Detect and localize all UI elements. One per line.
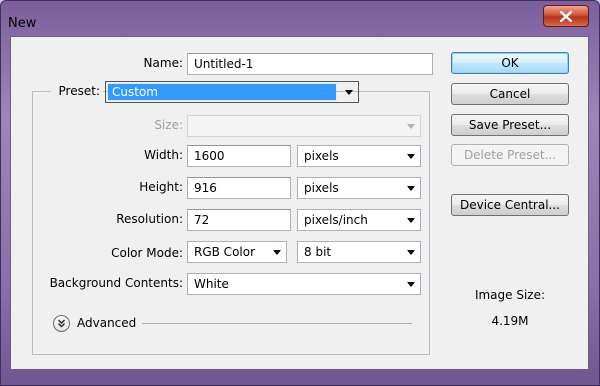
advanced-label: Advanced <box>77 316 137 330</box>
color-mode-dropdown[interactable]: RGB Color <box>187 241 287 263</box>
new-document-dialog: New Name: Untitled-1 Preset: Custom Size… <box>0 0 600 386</box>
name-label: Name: <box>143 56 183 70</box>
width-label: Width: <box>144 148 183 162</box>
width-unit-dropdown[interactable]: pixels <box>297 145 421 167</box>
size-label: Size: <box>154 118 183 132</box>
background-contents-dropdown[interactable]: White <box>187 273 421 295</box>
height-unit-value: pixels <box>304 181 339 195</box>
close-button[interactable] <box>543 5 589 27</box>
ok-button[interactable]: OK <box>451 52 569 74</box>
advanced-divider <box>142 323 412 324</box>
resolution-label: Resolution: <box>116 212 183 226</box>
dropdown-arrow-icon <box>407 282 415 287</box>
background-contents-label: Background Contents: <box>49 276 183 290</box>
resolution-input[interactable]: 72 <box>187 209 291 231</box>
resolution-unit-value: pixels/inch <box>304 213 368 227</box>
size-dropdown[interactable] <box>187 115 421 137</box>
dropdown-arrow-icon <box>407 186 415 191</box>
delete-preset-button[interactable]: Delete Preset... <box>451 144 569 166</box>
width-unit-value: pixels <box>304 149 339 163</box>
width-input[interactable]: 1600 <box>187 145 291 167</box>
height-unit-dropdown[interactable]: pixels <box>297 177 421 199</box>
advanced-toggle-button[interactable] <box>53 315 70 332</box>
dropdown-arrow-icon <box>345 90 353 95</box>
save-preset-button[interactable]: Save Preset... <box>451 114 569 136</box>
bit-depth-value: 8 bit <box>304 245 332 259</box>
dropdown-arrow-icon <box>407 218 415 223</box>
resolution-unit-dropdown[interactable]: pixels/inch <box>297 209 421 231</box>
preset-selected-value: Custom <box>107 83 337 101</box>
preset-dropdown[interactable]: Custom <box>105 81 359 103</box>
bit-depth-dropdown[interactable]: 8 bit <box>297 241 421 263</box>
dropdown-arrow-icon <box>407 250 415 255</box>
close-icon <box>560 10 572 22</box>
dialog-body: Name: Untitled-1 Preset: Custom Size: Wi… <box>10 36 589 370</box>
title-bar[interactable]: New <box>1 1 599 35</box>
preset-label: Preset: <box>51 84 103 98</box>
height-input[interactable]: 916 <box>187 177 291 199</box>
window-title: New <box>8 16 37 31</box>
image-size-value: 4.19M <box>491 314 529 328</box>
dropdown-arrow-icon <box>407 154 415 159</box>
image-size-label: Image Size: <box>474 288 546 302</box>
color-mode-value: RGB Color <box>194 245 256 259</box>
device-central-button[interactable]: Device Central... <box>451 194 569 216</box>
name-input[interactable]: Untitled-1 <box>187 53 433 75</box>
background-contents-value: White <box>194 277 229 291</box>
cancel-button[interactable]: Cancel <box>451 83 569 105</box>
dropdown-arrow-icon <box>407 124 415 129</box>
height-label: Height: <box>139 180 183 194</box>
dropdown-arrow-icon <box>273 250 281 255</box>
expand-chevron-icon <box>57 317 66 331</box>
color-mode-label: Color Mode: <box>111 246 183 260</box>
